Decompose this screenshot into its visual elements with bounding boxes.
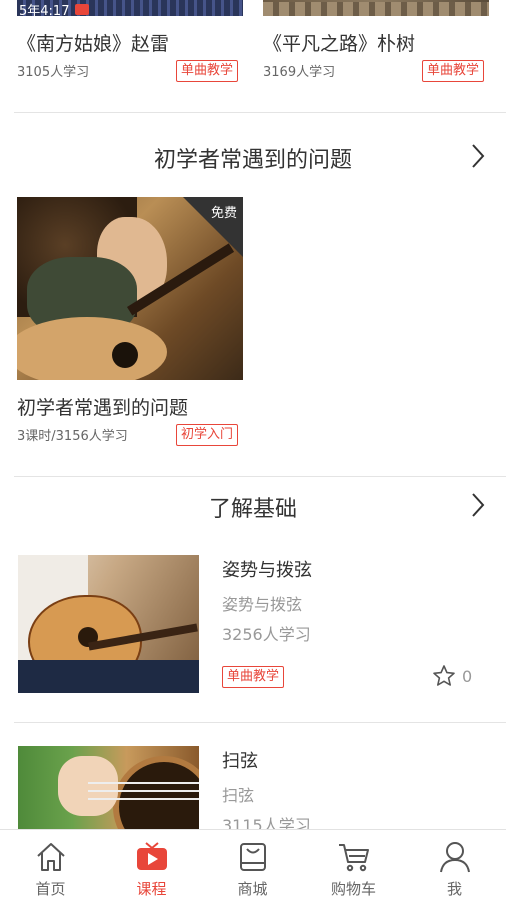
profile-icon	[440, 842, 470, 873]
chevron-right-icon[interactable]	[470, 143, 486, 169]
tab-label: 首页	[35, 880, 66, 898]
course-thumbnail-guitar-girl[interactable]: 免费	[17, 197, 243, 380]
course-tag: 单曲教学	[422, 60, 485, 82]
course-subtitle: 姿势与拨弦	[222, 595, 303, 614]
tab-courses[interactable]: 课程	[101, 830, 202, 901]
free-badge: 免费	[211, 206, 238, 221]
chevron-right-icon[interactable]	[470, 492, 486, 518]
course-meta: 3课时/3156人学习	[17, 429, 128, 444]
item-divider	[14, 722, 506, 723]
course-tag: 单曲教学	[176, 60, 239, 82]
home-icon	[37, 843, 65, 871]
section-divider	[14, 476, 506, 477]
tab-me[interactable]: 我	[404, 830, 505, 901]
tab-home[interactable]: 首页	[0, 830, 101, 901]
like-count: 0	[462, 667, 473, 686]
course-learner-count: 3105人学习	[17, 65, 90, 80]
tab-cart[interactable]: 购物车	[303, 830, 404, 901]
section-title: 初学者常遇到的问题	[153, 148, 352, 173]
course-title[interactable]: 扫弦	[222, 747, 258, 773]
course-title[interactable]: 《平凡之路》朴树	[263, 29, 415, 56]
course-subtitle: 扫弦	[222, 786, 255, 805]
video-timestamp-overlay: 5年4:17	[19, 4, 70, 16]
course-title[interactable]: 初学者常遇到的问题	[17, 393, 188, 420]
tab-label: 购物车	[330, 880, 376, 898]
tab-label: 商城	[237, 880, 268, 898]
course-learner-count: 3256人学习	[222, 625, 311, 644]
course-thumbnail-nanfang[interactable]: 5年4:17	[17, 0, 243, 16]
record-badge-icon	[75, 4, 89, 15]
course-learner-count: 3169人学习	[263, 65, 336, 80]
course-tag: 初学入门	[176, 424, 239, 446]
cart-icon	[339, 844, 369, 872]
course-tv-icon	[137, 842, 167, 870]
course-thumbnail-pingfan[interactable]	[263, 0, 489, 16]
section-title: 了解基础	[208, 497, 297, 522]
store-icon	[240, 843, 266, 871]
course-thumbnail-strumming[interactable]	[18, 746, 199, 830]
course-title[interactable]: 《南方姑娘》赵雷	[17, 29, 169, 56]
section-divider	[14, 112, 506, 113]
star-icon[interactable]	[432, 664, 456, 688]
tab-label: 课程	[136, 880, 167, 898]
course-tag: 单曲教学	[222, 666, 285, 688]
course-title[interactable]: 姿势与拨弦	[222, 556, 312, 582]
tab-store[interactable]: 商城	[202, 830, 303, 901]
bottom-tab-bar: 首页 课程 商城 购物车 我	[0, 829, 506, 901]
tab-label: 我	[446, 880, 462, 898]
course-thumbnail-posture[interactable]	[18, 555, 199, 693]
